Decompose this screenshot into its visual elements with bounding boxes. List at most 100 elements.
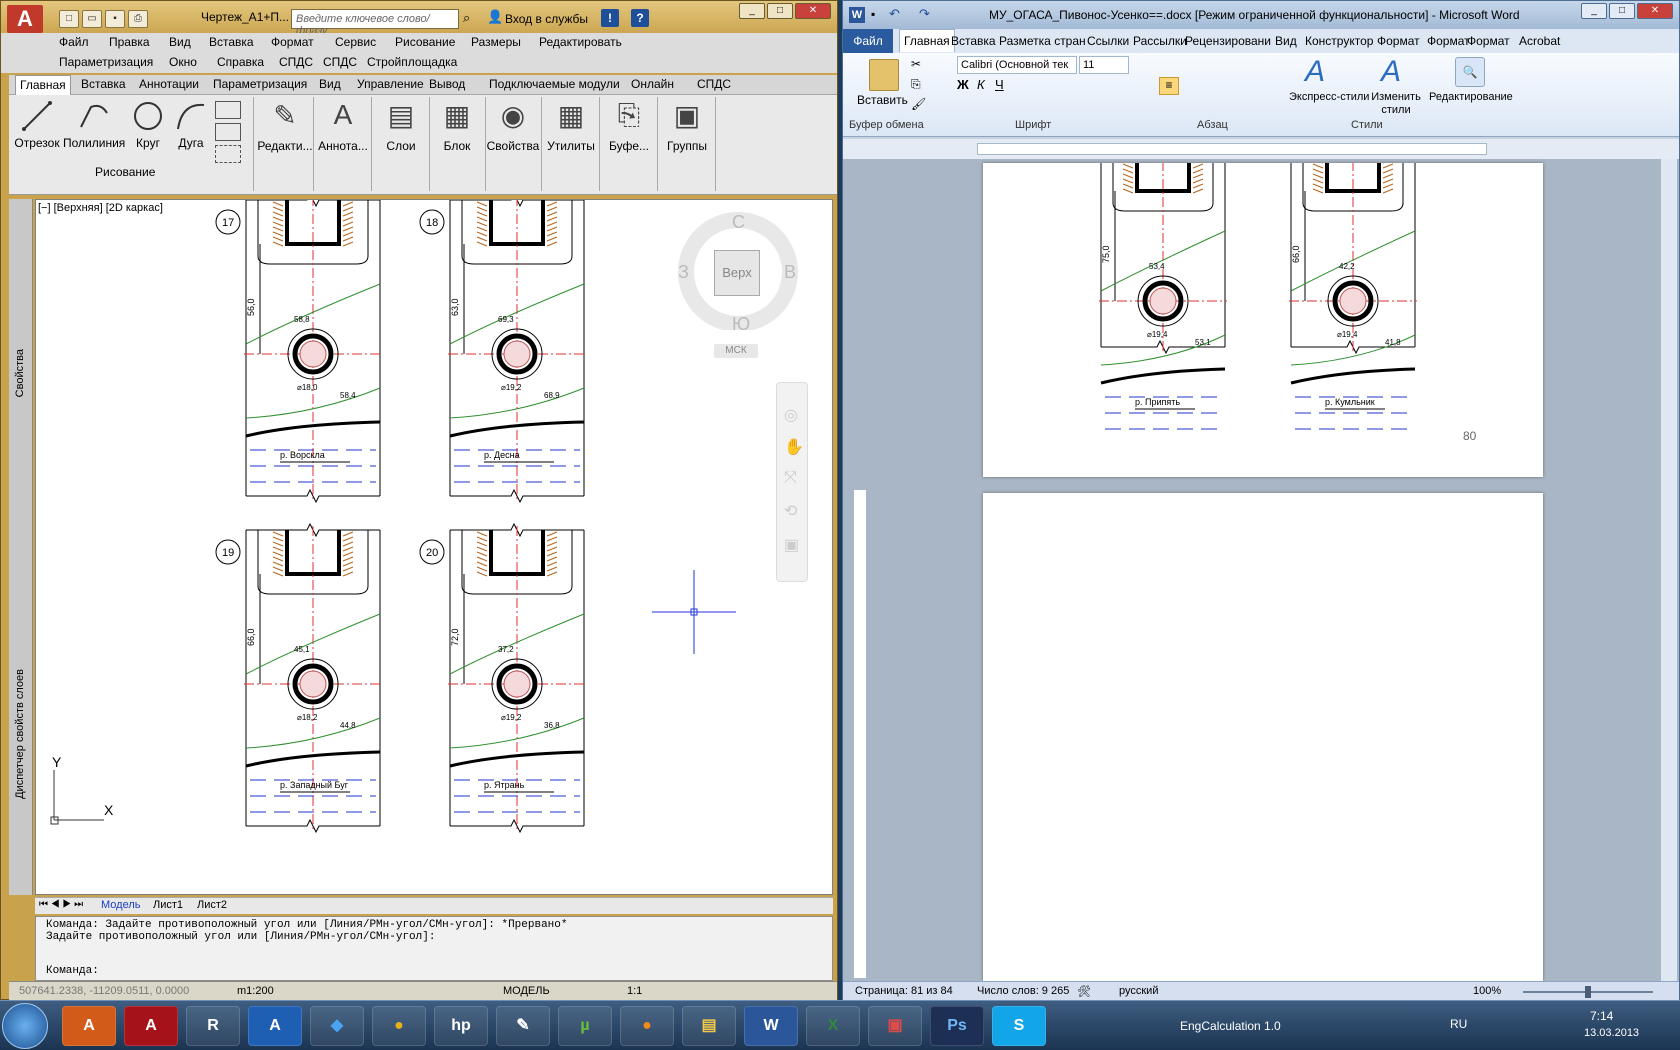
viewcube[interactable]: С Ю З В Верх [676, 210, 800, 334]
ribbon-panel-button[interactable]: ▤ Слои [373, 99, 429, 153]
close-button[interactable]: ✕ [795, 3, 831, 19]
paste-icon[interactable] [869, 59, 899, 91]
word-tab[interactable]: Ссылки [1087, 34, 1129, 48]
tab-home-active[interactable]: Главная [15, 75, 71, 95]
taskbar-firefox-icon[interactable]: ● [620, 1006, 674, 1046]
hatch-icon[interactable] [215, 123, 241, 141]
menu-item[interactable]: Сервис [335, 35, 376, 49]
taskbar-hp-icon[interactable]: hp [434, 1006, 488, 1046]
help-icon[interactable]: ? [631, 9, 649, 27]
search-icon[interactable]: ⌕ [463, 10, 470, 26]
model-space-button[interactable]: МОДЕЛЬ [503, 985, 550, 997]
taskbar-skype-icon[interactable]: S [992, 1006, 1046, 1046]
tray-lang[interactable]: RU [1450, 1017, 1467, 1031]
menu-item[interactable]: Окно [169, 55, 197, 69]
cut-icon[interactable]: ✂ [911, 57, 921, 71]
zoom-icon[interactable]: ⤧ [784, 469, 797, 487]
menu-item[interactable]: СПДС [323, 55, 357, 69]
word-close-button[interactable]: ✕ [1637, 3, 1673, 19]
ribbon-tab[interactable]: Подключаемые модули [489, 77, 620, 91]
menu-item[interactable]: Формат [271, 35, 314, 49]
layer-manager-palette-label[interactable]: Диспетчер свойств слоев [14, 669, 26, 799]
word-logo-icon[interactable]: W [849, 7, 865, 23]
format-painter-icon[interactable]: 🖌 [911, 97, 926, 111]
menu-item[interactable]: Файл [59, 35, 89, 49]
taskbar-photoshop-icon[interactable]: Ps [930, 1006, 984, 1046]
region-icon[interactable] [215, 145, 241, 163]
taskbar-explorer-icon[interactable]: ▤ [682, 1006, 736, 1046]
menu-item[interactable]: Справка [217, 55, 264, 69]
ribbon-panel-button[interactable]: ◉ Свойства [485, 99, 541, 153]
word-tab[interactable]: Вставка [951, 34, 996, 48]
rectangle-icon[interactable] [215, 101, 241, 119]
ribbon-tab[interactable]: Вид [319, 77, 341, 91]
italic-button[interactable]: К [977, 77, 985, 92]
ribbon-panel-button[interactable]: ▦ Блок [429, 99, 485, 153]
maximize-button[interactable]: □ [767, 3, 793, 19]
taskbar-app-label[interactable]: EngCalculation 1.0 [1180, 1019, 1281, 1033]
document-area[interactable]: 75,0 53,4 53,1 ⌀19,4 р. Припять 66,0 42,2 41,8 ⌀… [843, 139, 1679, 981]
word-tab[interactable]: Разметка стран [999, 34, 1086, 48]
bold-button[interactable]: Ж [957, 77, 969, 92]
taskbar-word-icon[interactable]: W [744, 1006, 798, 1046]
word-tab[interactable]: Формат [1377, 34, 1420, 48]
word-tab[interactable]: Формат [1467, 34, 1510, 48]
ribbon-tab[interactable]: Вставка [81, 77, 126, 91]
taskbar-utorrent-icon[interactable]: µ [558, 1006, 612, 1046]
taskbar-dropbox-icon[interactable]: ◆ [310, 1006, 364, 1046]
language[interactable]: русский [1119, 985, 1158, 997]
menu-item[interactable]: Стройплощадка [367, 55, 457, 69]
ribbon-panel-button[interactable]: ✎ Редакти... [257, 99, 313, 153]
ribbon-tab[interactable]: Параметризация [213, 77, 307, 91]
command-prompt[interactable]: Команда: [46, 965, 99, 977]
taskbar-app-8-icon[interactable]: ✎ [496, 1006, 550, 1046]
word-tab[interactable]: Acrobat [1519, 34, 1560, 48]
navigation-bar[interactable]: ◎ ✋ ⤧ ⟲ ▣ [776, 382, 808, 582]
ribbon-tab[interactable]: Управление [357, 77, 424, 91]
showmotion-icon[interactable]: ▣ [784, 535, 799, 555]
polyline-tool[interactable]: Полилиния [63, 99, 125, 150]
align-center-button[interactable]: ≡ [1159, 77, 1179, 95]
word-tab[interactable]: Рассылки [1133, 34, 1187, 48]
orbit-icon[interactable]: ⟲ [784, 501, 797, 521]
word-count[interactable]: Число слов: 9 265 [977, 985, 1069, 997]
print-icon[interactable]: ⎙ [128, 10, 148, 28]
word-tab[interactable]: Конструктор [1305, 34, 1373, 48]
taskbar-app-3-icon[interactable]: R [186, 1006, 240, 1046]
page-82[interactable] [983, 493, 1543, 981]
ribbon-panel-button[interactable]: ⎘ Буфе... [601, 99, 657, 153]
command-line[interactable]: Команда: Задайте противоположный угол ил… [35, 916, 833, 981]
start-button[interactable] [2, 1003, 48, 1049]
ribbon-tab[interactable]: Аннотации [139, 77, 199, 91]
express-styles-icon[interactable]: A [1305, 55, 1325, 89]
pan-icon[interactable]: ✋ [784, 437, 804, 457]
scale-readout[interactable]: m1:200 [237, 985, 274, 997]
taskbar-app-14-icon[interactable]: ▣ [868, 1006, 922, 1046]
word-maximize-button[interactable]: □ [1609, 3, 1635, 19]
underline-button[interactable]: Ч [995, 77, 1004, 92]
menu-item[interactable]: Параметризация [59, 55, 153, 69]
redo-icon[interactable]: ↷ [919, 6, 930, 22]
spellcheck-icon[interactable]: 🛠 [1077, 985, 1091, 998]
taskbar-autocad-icon[interactable]: A [124, 1006, 178, 1046]
taskbar-chrome-icon[interactable]: ● [372, 1006, 426, 1046]
taskbar-app-4-icon[interactable]: A [248, 1006, 302, 1046]
menu-item[interactable]: Вставка [209, 35, 254, 49]
horizontal-ruler[interactable] [843, 139, 1679, 159]
new-icon[interactable]: □ [59, 10, 79, 28]
steering-wheel-icon[interactable]: ◎ [784, 405, 798, 425]
change-styles-icon[interactable]: A [1381, 55, 1401, 89]
word-minimize-button[interactable]: _ [1581, 3, 1607, 19]
annotation-scale[interactable]: 1:1 [627, 985, 642, 997]
ribbon-tab[interactable]: СПДС [697, 77, 731, 91]
zoom-slider-thumb[interactable] [1585, 986, 1591, 998]
editing-icon[interactable]: 🔍 [1455, 57, 1485, 87]
menu-item[interactable]: Рисование [395, 35, 455, 49]
viewcube-face-top[interactable]: Верх [714, 250, 760, 296]
word-tab[interactable]: Вид [1275, 34, 1297, 48]
viewcube-south[interactable]: Ю [732, 314, 750, 335]
tab-sheet1[interactable]: Лист1 [153, 899, 183, 911]
viewcube-north[interactable]: С [732, 212, 745, 233]
viewcube-east[interactable]: В [784, 262, 796, 283]
save-icon[interactable]: ▪ [105, 10, 125, 28]
